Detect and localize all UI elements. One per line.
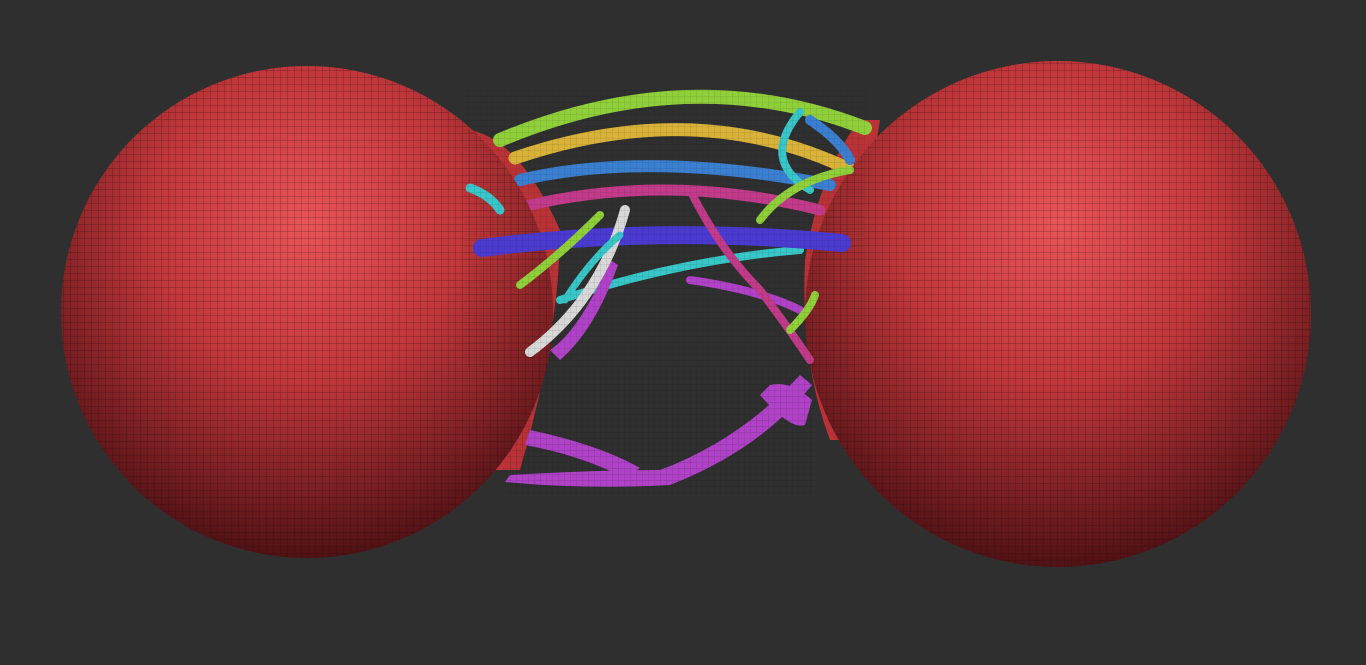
strand-wireframe	[465, 90, 865, 370]
3d-viewport[interactable]	[0, 0, 1366, 665]
mesh-scene	[61, 61, 1311, 567]
right-sphere	[805, 61, 1311, 567]
